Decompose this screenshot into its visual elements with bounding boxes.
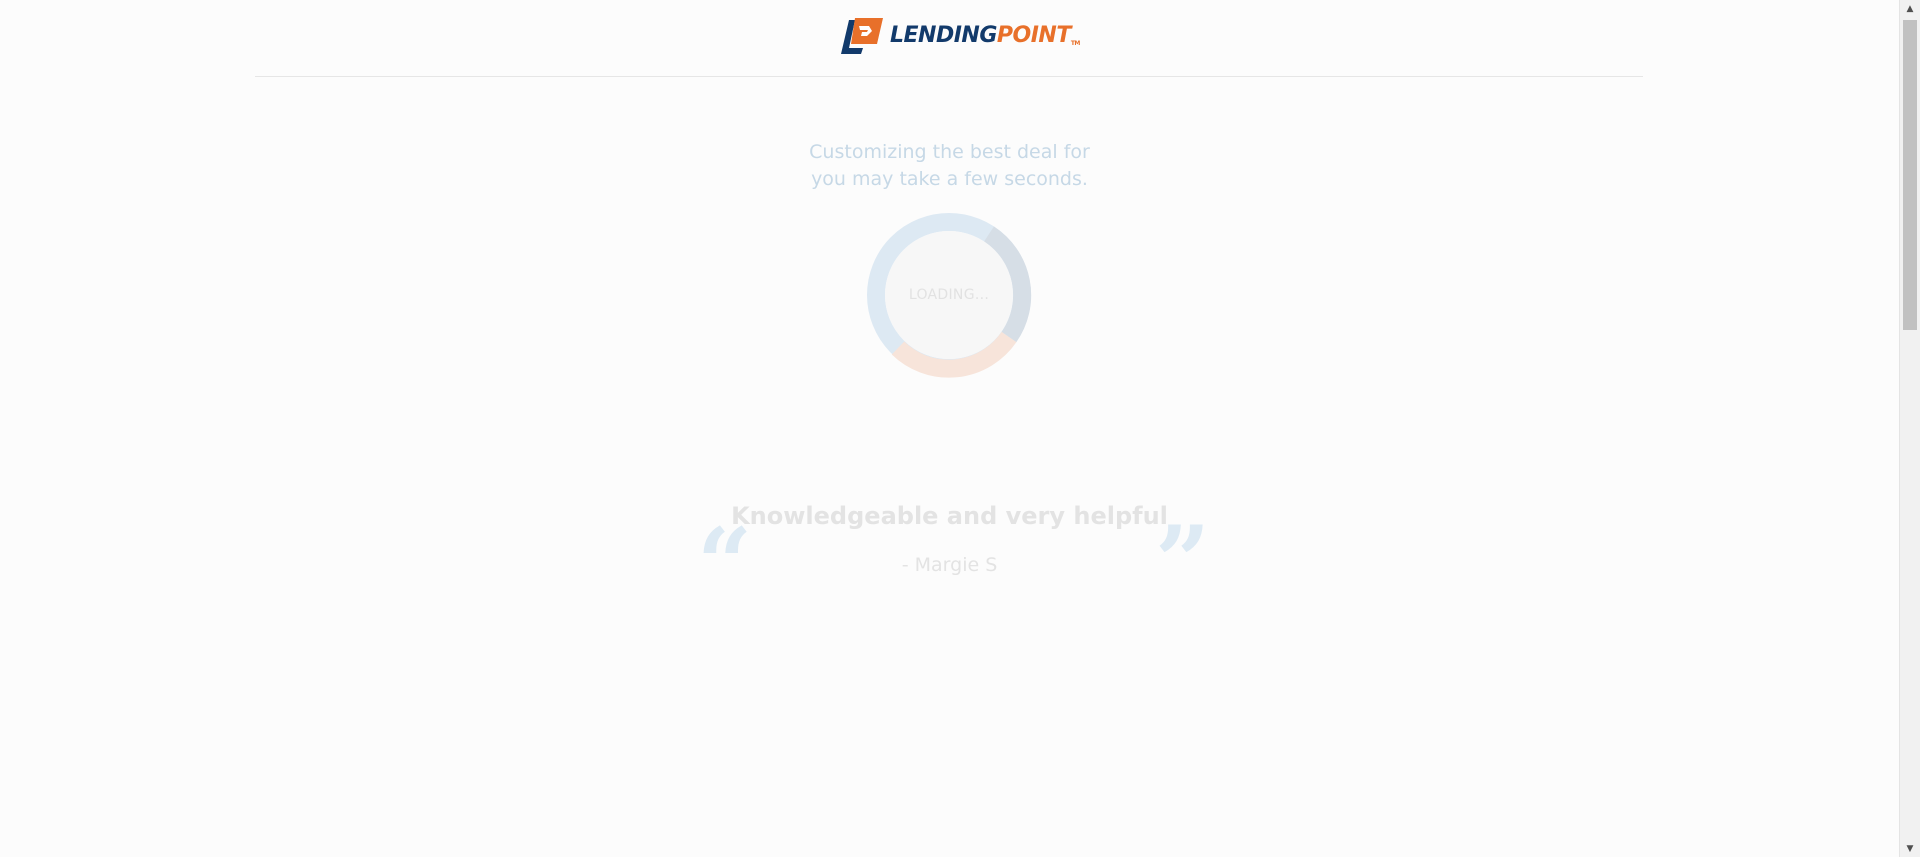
lp-logo-icon: [841, 18, 883, 54]
loading-spinner: LOADING...: [865, 211, 1033, 379]
testimonial-author: - Margie S: [901, 554, 998, 576]
loading-message-line-2: you may take a few seconds.: [811, 168, 1088, 190]
vertical-scrollbar[interactable]: ▲ ▼: [1899, 0, 1920, 857]
scroll-up-icon[interactable]: ▲: [1900, 0, 1920, 17]
scroll-down-icon[interactable]: ▼: [1900, 840, 1920, 857]
close-quote-icon: ”: [1155, 505, 1211, 618]
lendingpoint-logo[interactable]: LENDINGPOINTTM: [839, 18, 1080, 54]
logo-lending-text: LENDING: [890, 23, 997, 48]
logo-trademark: TM: [1070, 40, 1081, 47]
testimonial-quote: Knowledgeable and very helpful: [731, 502, 1168, 530]
spinner-label: LOADING...: [908, 287, 990, 303]
scrollbar-thumb[interactable]: [1903, 20, 1917, 330]
logo-wordmark: LENDINGPOINTTM: [890, 25, 1080, 47]
loading-message-line-1: Customizing the best deal for: [809, 141, 1090, 163]
loading-message: Customizing the best deal for you may ta…: [0, 139, 1899, 193]
page: LENDINGPOINTTM Customizing the best deal…: [0, 0, 1899, 857]
site-header: LENDINGPOINTTM: [255, 0, 1643, 77]
logo-point-text: POINT: [996, 23, 1071, 48]
